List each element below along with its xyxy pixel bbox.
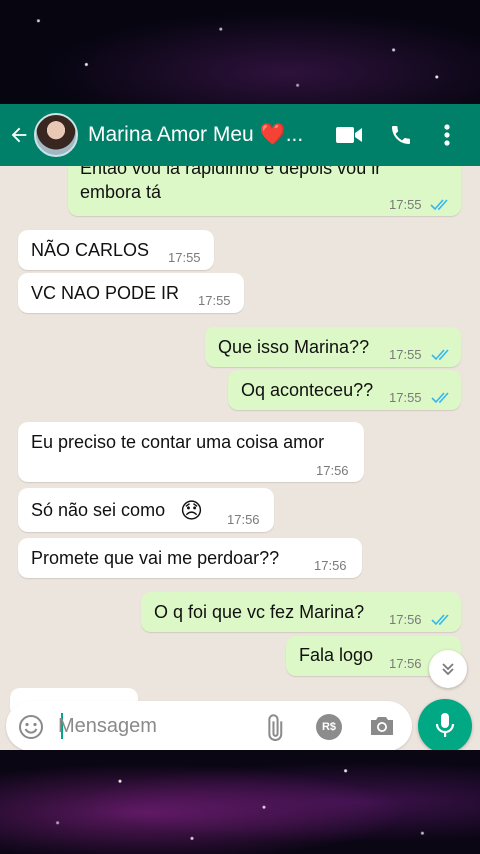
message-list[interactable]: Então vou lá rapidinho e depois vou ir e… bbox=[0, 166, 480, 750]
message-bubble-outgoing[interactable]: Que isso Marina?? 17:55 bbox=[205, 327, 461, 367]
message-text: Oq aconteceu?? bbox=[241, 380, 374, 400]
message-time: 17:56 bbox=[389, 656, 422, 671]
message-time: 17:55 bbox=[389, 197, 422, 212]
wallpaper-top bbox=[0, 0, 480, 104]
message-text: Eu preciso te contar uma coisa amor bbox=[31, 432, 325, 452]
read-ticks-icon bbox=[430, 199, 448, 211]
message-text: Só não sei como bbox=[31, 500, 166, 520]
message-text: embora tá bbox=[80, 182, 162, 202]
mic-icon bbox=[435, 713, 455, 737]
payment-icon[interactable]: R$ bbox=[316, 714, 342, 740]
camera-icon[interactable] bbox=[368, 713, 396, 739]
message-time: 17:55 bbox=[198, 293, 231, 308]
message-bubble-outgoing[interactable]: O q foi que vc fez Marina? 17:56 bbox=[141, 592, 461, 632]
message-bubble-incoming[interactable]: NÃO CARLOS 17:55 bbox=[18, 230, 214, 270]
message-time: 17:56 bbox=[316, 463, 349, 478]
emoji-icon[interactable] bbox=[18, 714, 44, 740]
message-text: O q foi que vc fez Marina? bbox=[154, 602, 365, 622]
message-time: 17:55 bbox=[168, 250, 201, 265]
message-input[interactable]: Mensagem bbox=[58, 715, 157, 738]
message-time: 17:56 bbox=[389, 612, 422, 627]
message-bubble-incoming[interactable]: Só não sei como 😞 17:56 bbox=[18, 488, 274, 532]
message-bubble-incoming[interactable]: Eu preciso te contar uma coisa amor 17:5… bbox=[18, 422, 364, 482]
contact-name[interactable]: Marina Amor Meu ❤️... bbox=[88, 123, 323, 147]
message-time: 17:56 bbox=[314, 558, 347, 573]
avatar[interactable] bbox=[34, 113, 78, 157]
message-time: 17:55 bbox=[389, 390, 422, 405]
chat-header: Marina Amor Meu ❤️... bbox=[0, 104, 480, 166]
message-bubble-incoming[interactable]: Promete que vai me perdoar?? 17:56 bbox=[18, 538, 362, 578]
message-time: 17:56 bbox=[227, 512, 260, 527]
message-composer[interactable]: Mensagem R$ bbox=[6, 701, 412, 751]
sad-face-emoji: 😞 bbox=[180, 498, 203, 523]
read-ticks-icon bbox=[431, 392, 449, 404]
message-text: Que isso Marina?? bbox=[218, 337, 370, 357]
message-bubble-incoming[interactable]: VC NAO PODE IR 17:55 bbox=[18, 273, 244, 313]
phone-icon[interactable] bbox=[375, 104, 427, 166]
read-ticks-icon bbox=[431, 614, 449, 626]
double-chevron-down-icon bbox=[442, 663, 454, 676]
more-vert-icon[interactable] bbox=[427, 104, 467, 166]
message-text: Fala logo bbox=[299, 645, 374, 665]
message-bubble-outgoing[interactable]: Oq aconteceu?? 17:55 bbox=[228, 370, 461, 410]
message-bubble-outgoing[interactable]: Então vou lá rapidinho e depois vou ir e… bbox=[68, 166, 461, 216]
message-text: Promete que vai me perdoar?? bbox=[31, 548, 280, 568]
message-text: VC NAO PODE IR bbox=[31, 283, 180, 303]
message-text: NÃO CARLOS bbox=[31, 240, 150, 260]
message-time: 17:55 bbox=[389, 347, 422, 362]
scroll-down-button[interactable] bbox=[429, 650, 467, 688]
back-arrow-icon[interactable] bbox=[4, 104, 34, 166]
message-text: Então vou lá rapidinho e depois vou ir bbox=[80, 166, 382, 178]
video-call-icon[interactable] bbox=[323, 104, 375, 166]
attach-clip-icon[interactable] bbox=[262, 713, 292, 741]
read-ticks-icon bbox=[431, 349, 449, 361]
mic-button[interactable] bbox=[418, 699, 472, 753]
wallpaper-bottom bbox=[0, 750, 480, 854]
